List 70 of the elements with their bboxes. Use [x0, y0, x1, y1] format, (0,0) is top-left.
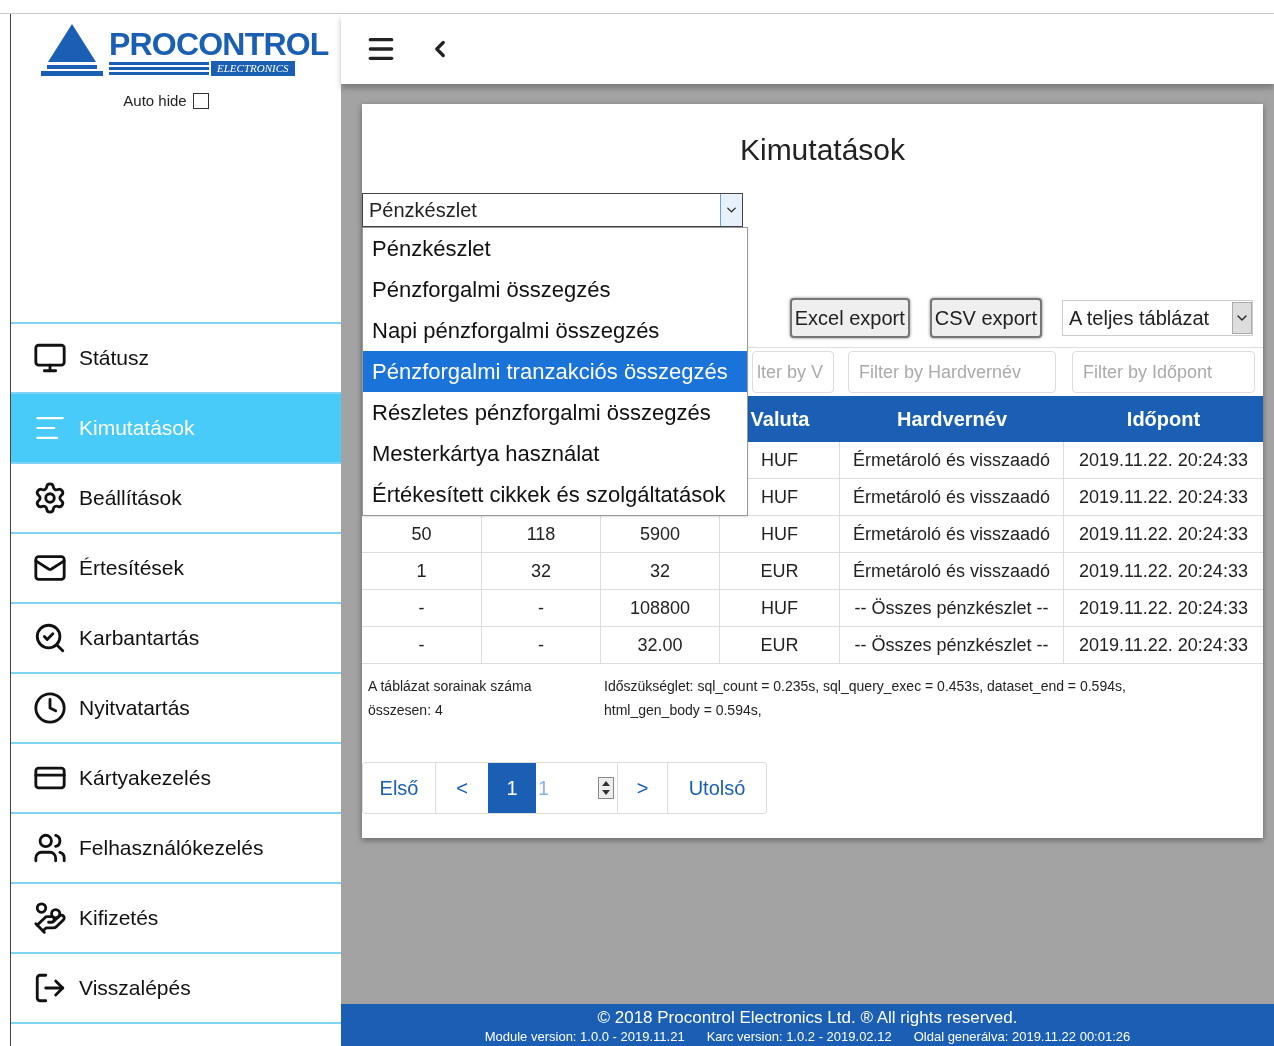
row-count-text: A táblázat sorainak száma összesen: 4 [367, 677, 533, 720]
dropdown-option[interactable]: Mesterkártya használat [363, 433, 747, 474]
report-select[interactable]: Pénzkészlet [362, 193, 743, 227]
table-cell-text: -- Összes pénzkészlet -- [854, 633, 1049, 657]
next-page-button[interactable]: > [618, 763, 668, 813]
prev-page-button[interactable]: < [436, 763, 488, 813]
auto-hide-checkbox[interactable] [192, 93, 209, 110]
column-header: Valuta [750, 407, 810, 432]
table-cell-text: 5900 [639, 522, 680, 546]
table-cell-text: - [418, 633, 425, 657]
table-cell-text: HUF [761, 448, 798, 472]
chevron-down-icon [720, 194, 742, 226]
table-cell-text: 50 [411, 522, 432, 546]
dropdown-option[interactable]: Napi pénzforgalmi összegzés [363, 310, 747, 351]
table-cell-text: 32.00 [637, 633, 683, 657]
first-page-button[interactable]: Első [363, 763, 436, 813]
table-cell-text: 2019.11.22. 20:24:33 [1079, 633, 1248, 657]
table-cell-text: -- Összes pénzkészlet -- [854, 596, 1049, 620]
page-title: Kimutatások [739, 132, 906, 168]
export-button[interactable]: Excel export [789, 298, 910, 338]
dropdown-option[interactable]: Pénzkészlet [363, 228, 747, 269]
table-cell-text: HUF [761, 485, 798, 509]
logo-wordmark: PROCONTROL [109, 28, 329, 60]
column-header: Időpont [1126, 407, 1201, 432]
table-cell-text: Érmetároló és visszaadó [852, 522, 1051, 546]
triangle-logo-icon [41, 24, 103, 76]
table-cell-text: 2019.11.22. 20:24:33 [1079, 485, 1248, 509]
table-cell-text: - [418, 596, 425, 620]
auto-hide-label: Auto hide [123, 91, 187, 111]
table-cell-text: HUF [761, 522, 798, 546]
table-cell-text: 1 [416, 559, 427, 583]
chevron-down-icon [1232, 302, 1252, 334]
table-cell-text: 2019.11.22. 20:24:33 [1079, 448, 1248, 472]
table-cell-text: Érmetároló és visszaadó [852, 448, 1051, 472]
table-cell-text: Érmetároló és visszaadó [852, 559, 1051, 583]
table-cell-text: 2019.11.22. 20:24:33 [1079, 522, 1248, 546]
copyright-text: © 2018 Procontrol Electronics Ltd. ® All rights reserved. [597, 1007, 1018, 1029]
page-button[interactable]: 1 [488, 763, 536, 813]
table-cell-text: EUR [760, 633, 799, 657]
filter-field[interactable]: Filter by Hardvernév [848, 351, 1056, 393]
table-cell-text: EUR [760, 559, 799, 583]
spinner-icon [598, 777, 614, 799]
table-cell-text: 2019.11.22. 20:24:33 [1079, 559, 1248, 583]
table-cell-text: 32 [650, 559, 670, 583]
export-button[interactable]: CSV export [929, 298, 1042, 338]
dropdown-option[interactable]: Értékesített cikkek és szolgáltatások [363, 474, 747, 515]
column-header: Hardvernév [896, 407, 1008, 432]
table-cell-text: 108800 [629, 596, 691, 620]
table-cell-text: - [538, 633, 544, 657]
filter-field[interactable]: lter by V [752, 351, 834, 393]
clock-icon [33, 690, 67, 725]
filter-field[interactable]: Filter by Időpont [1072, 351, 1255, 393]
table-cell-text: Érmetároló és visszaadó [852, 485, 1051, 509]
hand-coins-icon [33, 900, 67, 935]
table-cell-text: 2019.11.22. 20:24:33 [1079, 596, 1248, 620]
logo-subtitle: ELECTRONICS [211, 61, 295, 76]
dropdown-option[interactable]: Pénzforgalmi összegzés [363, 269, 747, 310]
last-page-button[interactable]: Utolsó [668, 763, 766, 813]
version-text: Karc version: 1.0.2 - 2019.02.12 [706, 1029, 892, 1045]
version-text: Oldal generálva: 2019.11.22 00:01:26 [913, 1029, 1131, 1045]
table-cell-text: - [538, 596, 544, 620]
version-text: Module version: 1.0.0 - 2019.11.21 [484, 1029, 685, 1045]
table-cell-text: HUF [761, 596, 798, 620]
timing-text: Időszükséglet: sql_count = 0.235s, sql_query_exec = 0.453s, dataset_end = 0.594s, html_gen_body = 0.594s, [604, 677, 1127, 720]
table-cell-text: 118 [526, 522, 556, 546]
table-cell-text: 32 [531, 559, 551, 583]
scope-select[interactable]: A teljes táblázat [1062, 300, 1253, 336]
gear-icon [33, 480, 67, 515]
dropdown-option[interactable]: Pénzforgalmi tranzakciós összegzés [363, 351, 747, 392]
dropdown-option[interactable]: Részletes pénzforgalmi összegzés [363, 392, 747, 433]
